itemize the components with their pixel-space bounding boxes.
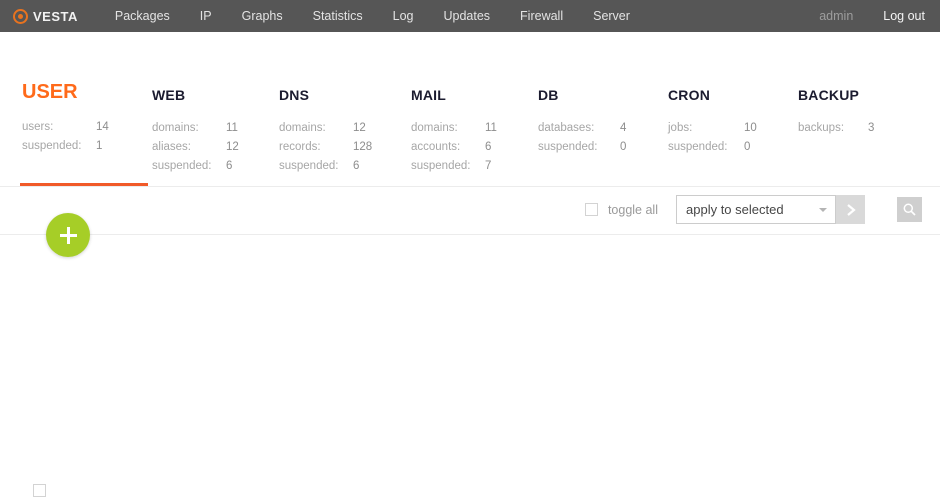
stat-value: 12: [226, 138, 239, 157]
nav-item-ip[interactable]: IP: [185, 0, 227, 32]
stat-value: 128: [353, 138, 372, 157]
stat-group-cron: CRON jobs: 10 suspended: 0: [668, 87, 757, 157]
nav-item-server[interactable]: Server: [578, 0, 645, 32]
stat-value: 0: [620, 138, 626, 157]
stat-label: accounts:: [411, 138, 475, 157]
nav-item-graphs[interactable]: Graphs: [227, 0, 298, 32]
nav-item-logout[interactable]: Log out: [868, 0, 940, 32]
stat-group-title: DNS: [279, 87, 372, 103]
stat-value: 6: [485, 138, 491, 157]
plus-icon-vertical: [67, 227, 70, 244]
stat-value: 12: [353, 119, 366, 138]
stat-row: domains: 11: [152, 119, 239, 138]
nav-item-admin[interactable]: admin: [804, 0, 868, 32]
summary-statistics-panel: USER users: 14 suspended: 1 WEB domains:…: [0, 32, 940, 187]
stat-value: 11: [485, 119, 497, 138]
stat-label: backups:: [798, 119, 858, 138]
stat-group-title: DB: [538, 87, 626, 103]
nav-item-updates[interactable]: Updates: [428, 0, 505, 32]
stat-label: users:: [22, 118, 86, 137]
stat-row: domains: 11: [411, 119, 497, 138]
toggle-all-checkbox[interactable]: [585, 203, 598, 216]
stat-label: aliases:: [152, 138, 216, 157]
stat-value: 3: [868, 119, 874, 138]
search-icon: [902, 202, 917, 217]
brand-label: VESTA: [33, 9, 78, 24]
stat-row: accounts: 6: [411, 138, 497, 157]
chevron-right-icon: [845, 203, 857, 217]
stat-label: suspended:: [152, 157, 216, 176]
stat-group-user: USER users: 14 suspended: 1: [22, 87, 109, 156]
search-button[interactable]: [897, 197, 922, 222]
apply-to-selected-select[interactable]: apply to selected: [676, 195, 836, 224]
stat-label: jobs:: [668, 119, 734, 138]
apply-go-button[interactable]: [836, 195, 865, 224]
stat-row: suspended: 0: [668, 138, 757, 157]
stat-group-title: USER: [22, 81, 109, 104]
stat-label: suspended:: [22, 137, 86, 156]
apply-to-selected-value: apply to selected: [686, 202, 784, 217]
vesta-logo[interactable]: VESTA: [13, 9, 78, 24]
bulk-action-group: apply to selected: [676, 195, 865, 224]
stat-row: databases: 4: [538, 119, 626, 138]
stat-row: suspended: 1: [22, 137, 109, 156]
stat-label: suspended:: [411, 157, 475, 176]
stat-group-title: MAIL: [411, 87, 497, 103]
stat-row: records: 128: [279, 138, 372, 157]
stat-value: 7: [485, 157, 491, 176]
toolbar-controls: toggle all apply to selected: [585, 195, 940, 224]
stat-label: suspended:: [538, 138, 610, 157]
add-user-button[interactable]: [46, 213, 90, 257]
stat-label: suspended:: [279, 157, 343, 176]
nav-item-statistics[interactable]: Statistics: [298, 0, 378, 32]
stat-label: records:: [279, 138, 343, 157]
stat-row: users: 14: [22, 118, 109, 137]
top-navigation-bar: VESTA Packages IP Graphs Statistics Log …: [0, 0, 940, 32]
stat-row: suspended: 6: [152, 157, 239, 176]
stat-label: domains:: [152, 119, 216, 138]
vesta-ring-icon: [13, 9, 28, 24]
nav-item-firewall[interactable]: Firewall: [505, 0, 578, 32]
stat-group-dns: DNS domains: 12 records: 128 suspended: …: [279, 87, 372, 176]
active-tab-indicator: [20, 183, 148, 186]
stat-row: jobs: 10: [668, 119, 757, 138]
stat-value: 6: [353, 157, 359, 176]
stat-row: suspended: 6: [279, 157, 372, 176]
stat-value: 14: [96, 118, 109, 137]
toggle-all-label[interactable]: toggle all: [608, 203, 658, 217]
nav-item-log[interactable]: Log: [378, 0, 429, 32]
stat-value: 6: [226, 157, 232, 176]
row-select-checkbox[interactable]: [33, 484, 46, 497]
stat-row: backups: 3: [798, 119, 874, 138]
stat-value: 11: [226, 119, 238, 138]
stat-row: aliases: 12: [152, 138, 239, 157]
stat-group-title: WEB: [152, 87, 239, 103]
stat-label: databases:: [538, 119, 610, 138]
chevron-down-icon: [819, 208, 827, 212]
stat-group-web: WEB domains: 11 aliases: 12 suspended: 6: [152, 87, 239, 176]
stat-group-title: BACKUP: [798, 87, 874, 103]
stat-value: 4: [620, 119, 626, 138]
stat-row: suspended: 0: [538, 138, 626, 157]
stat-label: domains:: [279, 119, 343, 138]
stat-row: suspended: 7: [411, 157, 497, 176]
stat-value: 10: [744, 119, 757, 138]
list-toolbar: toggle all apply to selected: [0, 187, 940, 235]
stat-group-backup: BACKUP backups: 3: [798, 87, 874, 138]
stat-label: domains:: [411, 119, 475, 138]
stat-label: suspended:: [668, 138, 734, 157]
nav-item-packages[interactable]: Packages: [100, 0, 185, 32]
stat-group-title: CRON: [668, 87, 757, 103]
stat-row: domains: 12: [279, 119, 372, 138]
stat-group-mail: MAIL domains: 11 accounts: 6 suspended: …: [411, 87, 497, 176]
stat-value: 1: [96, 137, 102, 156]
nav-account-group: admin Log out: [804, 0, 940, 32]
stat-group-db: DB databases: 4 suspended: 0: [538, 87, 626, 157]
stat-value: 0: [744, 138, 750, 157]
